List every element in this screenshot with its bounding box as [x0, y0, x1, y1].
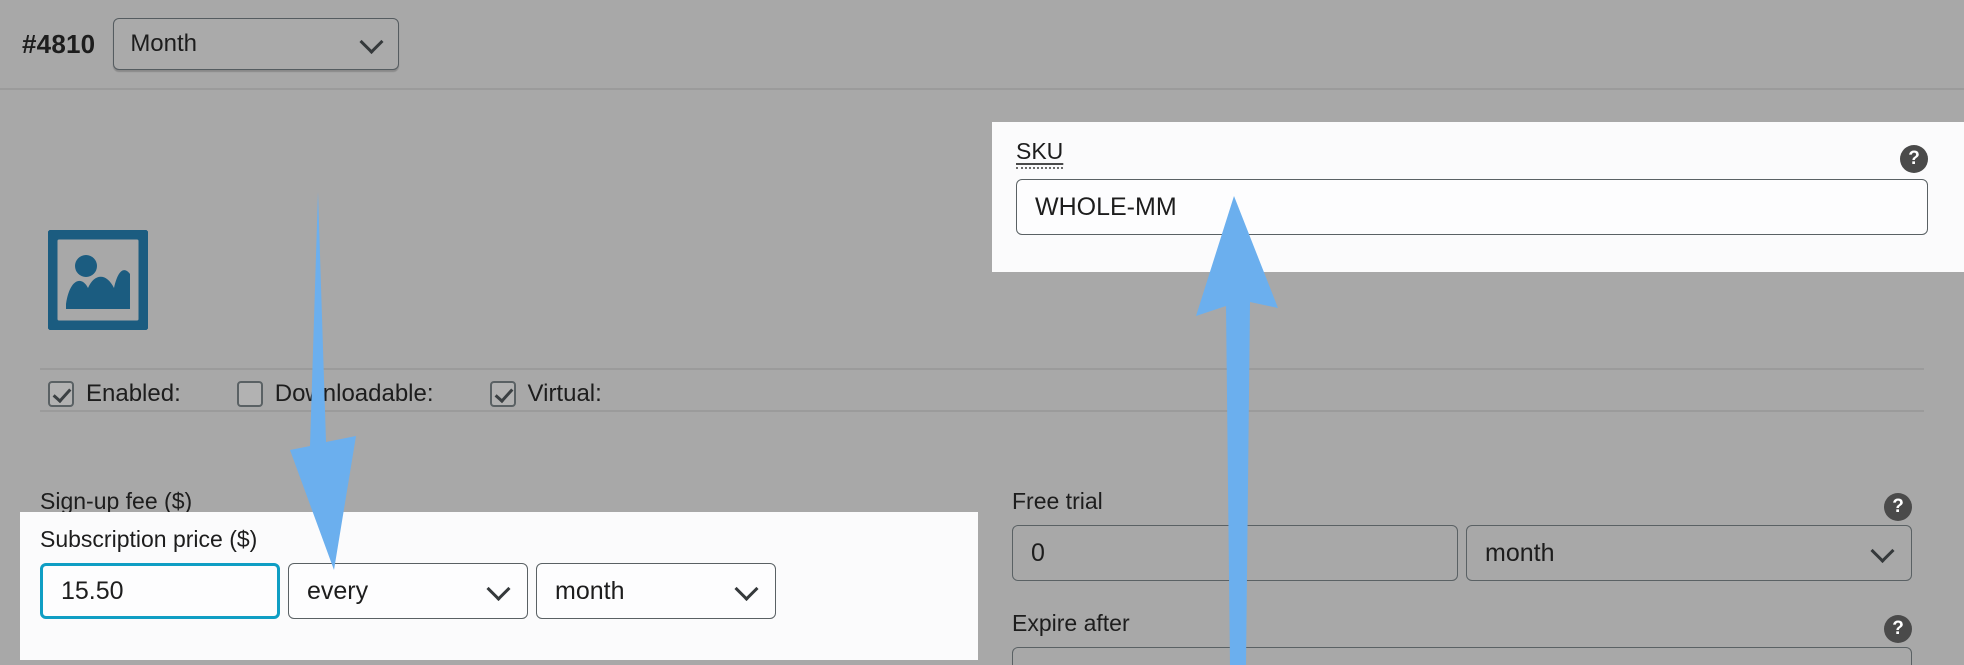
free-trial-controls: 0 month	[1012, 525, 1912, 581]
attribute-month-select[interactable]: Month	[113, 18, 400, 70]
question-mark-icon[interactable]: ?	[1884, 614, 1912, 643]
expire-after-label: Expire after	[1012, 610, 1130, 636]
chevron-down-icon	[486, 576, 511, 601]
expire-after-select[interactable]: Never expire	[1012, 647, 1912, 665]
sku-label: SKU	[1016, 138, 1064, 169]
checkbox-virtual[interactable]: Virtual:	[489, 380, 602, 408]
image-placeholder-icon	[44, 226, 152, 334]
checkbox-downloadable-box[interactable]	[236, 381, 263, 407]
field-sku: SKU ? WHOLE-MM	[1016, 138, 1928, 235]
field-free-trial: Free trial ? 0 month	[1012, 488, 1912, 581]
subscription-period-value: month	[555, 576, 625, 605]
subscription-interval-select[interactable]: every	[288, 563, 528, 619]
variation-image-placeholder[interactable]	[44, 226, 152, 334]
checkbox-virtual-box[interactable]	[489, 381, 516, 407]
field-subscription-price: Subscription price ($) 15.50 every month	[40, 526, 776, 619]
checkbox-enabled-box[interactable]	[48, 381, 74, 407]
subscription-price-input[interactable]: 15.50	[40, 563, 280, 619]
sku-value: WHOLE-MM	[1035, 192, 1177, 221]
variation-header: #4810 Month	[0, 0, 1964, 88]
subscription-price-value: 15.50	[61, 576, 124, 605]
subscription-interval-value: every	[307, 576, 369, 605]
question-mark-icon[interactable]: ?	[1884, 492, 1912, 521]
chevron-down-icon	[1870, 660, 1895, 665]
attribute-month-select-value: Month	[130, 30, 198, 57]
checkbox-downloadable-label: Downloadable:	[274, 380, 434, 407]
chevron-down-icon	[1870, 538, 1895, 563]
checkbox-enabled[interactable]: Enabled:	[48, 380, 181, 408]
field-expire-after: Expire after ? Never expire	[1012, 610, 1912, 665]
divider-below-checkboxes	[40, 410, 1924, 412]
subscription-price-controls: 15.50 every month	[40, 563, 776, 619]
subscription-price-highlight-panel: Subscription price ($) 15.50 every month	[20, 512, 978, 660]
free-trial-label-row: Free trial ?	[1012, 488, 1912, 525]
sku-input[interactable]: WHOLE-MM	[1016, 179, 1928, 235]
sku-highlight-panel: SKU ? WHOLE-MM	[992, 122, 1964, 272]
expire-after-value: Never expire	[1031, 661, 1173, 665]
subscription-price-label: Subscription price ($)	[40, 526, 258, 552]
free-trial-length-value: 0	[1031, 538, 1045, 567]
free-trial-label: Free trial	[1012, 488, 1103, 514]
free-trial-period-value: month	[1485, 538, 1555, 567]
free-trial-period-select[interactable]: month	[1466, 525, 1912, 581]
expire-after-label-row: Expire after ?	[1012, 610, 1912, 647]
subscription-period-select[interactable]: month	[536, 563, 776, 619]
chevron-down-icon	[359, 29, 384, 54]
checkbox-enabled-label: Enabled:	[86, 380, 181, 407]
checkbox-virtual-label: Virtual:	[527, 380, 602, 407]
divider-above-checkboxes	[40, 368, 1924, 370]
free-trial-length-input[interactable]: 0	[1012, 525, 1458, 581]
checkbox-downloadable[interactable]: Downloadable:	[236, 380, 434, 408]
question-mark-icon[interactable]: ?	[1900, 144, 1928, 173]
sku-label-row: SKU ?	[1016, 138, 1928, 179]
variation-flags-row: Enabled: Downloadable: Virtual:	[48, 380, 602, 408]
signup-fee-label: Sign-up fee ($)	[40, 488, 193, 514]
variation-id: #4810	[22, 28, 96, 59]
chevron-down-icon	[734, 576, 759, 601]
variation-editor-screen: #4810 Month Enabled: Downloadable: Virtu…	[0, 0, 1964, 665]
